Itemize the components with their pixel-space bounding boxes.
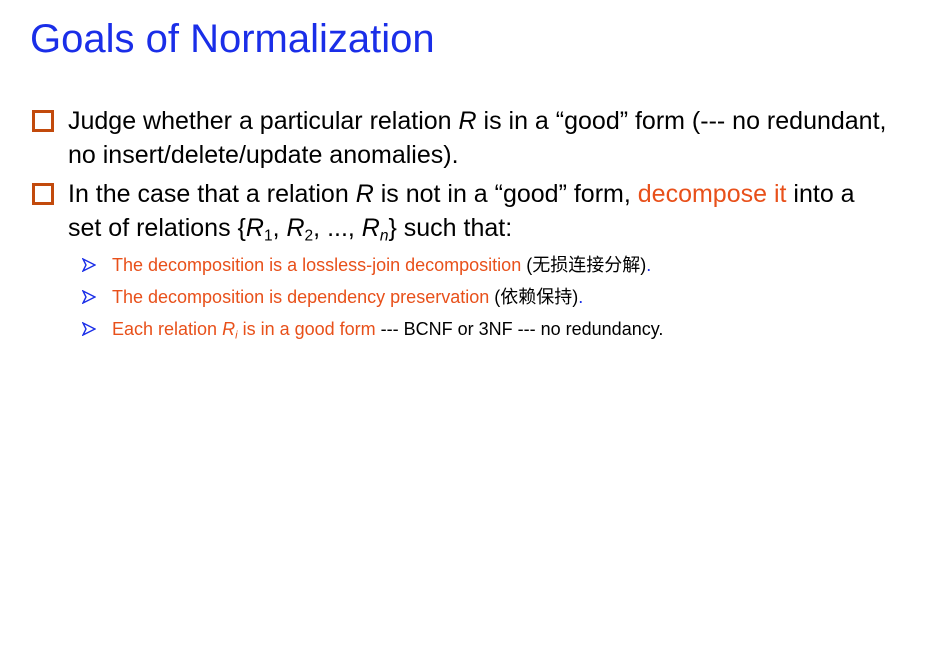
highlight-decompose-it: decompose it xyxy=(637,180,787,208)
arrowhead-bullet-icon xyxy=(82,322,96,336)
hollow-square-bullet-icon xyxy=(32,110,54,132)
slide: Goals of Normalization Judge whether a p… xyxy=(0,0,936,662)
hollow-square-bullet-icon xyxy=(32,183,54,205)
bullet-text: In the case that a relation R is not in … xyxy=(68,180,855,245)
sub-bullet-dependency-preservation: The decomposition is dependency preserva… xyxy=(82,285,902,310)
bullet-judge-relation: Judge whether a particular relation R is… xyxy=(32,104,892,172)
sub-bullet-good-form: Each relation Ri is in a good form --- B… xyxy=(82,317,902,341)
slide-title: Goals of Normalization xyxy=(30,17,435,61)
bullet-decompose-relation: In the case that a relation R is not in … xyxy=(32,177,892,245)
arrowhead-bullet-icon xyxy=(82,290,96,304)
sub-bullet-lossless-join: The decomposition is a lossless-join dec… xyxy=(82,253,902,278)
bullet-text: Judge whether a particular relation R is… xyxy=(68,107,887,169)
arrowhead-bullet-icon xyxy=(82,258,96,272)
